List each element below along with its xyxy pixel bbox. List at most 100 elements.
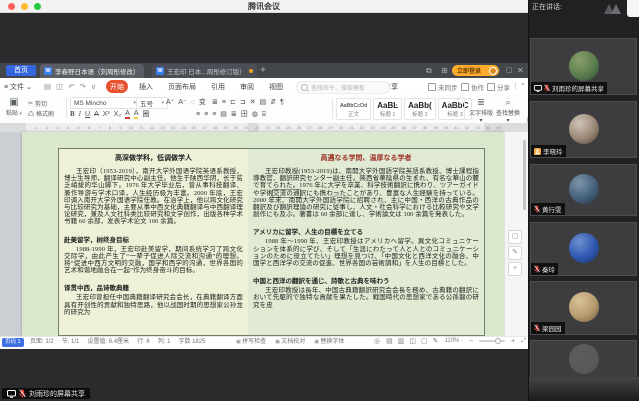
zoom-out-icon[interactable]: −	[469, 338, 473, 345]
fullscreen-icon[interactable]: ⤢	[521, 338, 526, 345]
menu-页面布局[interactable]: 页面布局	[164, 80, 200, 93]
sync-status-button[interactable]: 未同步	[428, 82, 458, 92]
paragraph-icon[interactable]: ≡	[204, 110, 208, 119]
file-menu[interactable]: ≡ 文件 ⌄	[4, 82, 32, 92]
list-icon[interactable]: ✕	[250, 98, 256, 107]
doc-tab-2[interactable]: W 王宏印 日本...周彤修订版）	[152, 64, 257, 78]
font-scale-icon[interactable]: ◌	[191, 98, 195, 107]
view-mode-icon[interactable]: ▢	[421, 337, 428, 345]
quick-tool-icon[interactable]: ✎	[508, 246, 522, 260]
eye-protection-icon[interactable]: ◎	[374, 337, 380, 345]
paragraph-icons[interactable]: ≡ ≡ ≡ ▤ ≣ 田 ◍ ⌸	[196, 110, 266, 119]
char-format-icon[interactable]: X₂	[114, 110, 121, 119]
close-icon[interactable]: ✕	[517, 66, 524, 76]
status-tool-替换字体[interactable]: 替换字体	[314, 338, 344, 347]
status-tool-拼写检查[interactable]: 拼写检查	[236, 338, 266, 347]
tool-查找替换[interactable]: ⌕查找替换 ▾	[495, 97, 521, 124]
font-name-select[interactable]: MS Mincho▾	[70, 97, 140, 109]
zoom-in-icon[interactable]: +	[511, 338, 515, 345]
vertical-scrollbar[interactable]	[523, 140, 526, 210]
collaborate-button[interactable]: 协作	[461, 82, 484, 92]
zoom-slider-knob[interactable]	[495, 338, 501, 344]
restore-icon[interactable]: ▢	[506, 66, 513, 76]
apps-grid-icon[interactable]: ⊞	[441, 66, 448, 76]
list-icon[interactable]: ⊐	[240, 98, 246, 107]
font-size-select[interactable]: 五号▾	[136, 97, 168, 109]
menu-视图[interactable]: 视图	[265, 80, 287, 93]
list-icon[interactable]: ¶	[280, 98, 284, 107]
font-scale-icons[interactable]: A⁺A⁻◌变	[166, 98, 206, 107]
participant-tile[interactable]	[530, 340, 637, 380]
collapse-ribbon-icon[interactable]: ⌃	[520, 82, 525, 90]
quick-icon[interactable]: ▤	[44, 82, 51, 91]
participant-tile[interactable]: 秦玲	[530, 222, 637, 276]
paste-button[interactable]: ▣ 粘贴 ▾	[4, 97, 24, 117]
quick-icon[interactable]: ↶	[68, 82, 74, 91]
quick-icon[interactable]: ↷	[79, 82, 85, 91]
doc-tab-1[interactable]: W 李春野日本语（刘周彤修改）	[40, 64, 144, 78]
zoom-slider[interactable]	[479, 340, 505, 342]
style-标题 2[interactable]: AaBb(标题 2	[404, 98, 436, 120]
new-tab-button[interactable]: +	[260, 64, 266, 78]
quick-icon[interactable]: ◫	[56, 82, 63, 91]
window-layout-icon[interactable]: ⧉	[426, 66, 432, 76]
view-mode-icon[interactable]: ◫	[409, 337, 416, 345]
format-painter-button[interactable]: 凸格式刷	[28, 109, 54, 118]
list-icon[interactable]: ⇵	[270, 98, 276, 107]
minimize-icon[interactable]: −	[496, 66, 501, 76]
cut-button[interactable]: ✂剪切	[28, 99, 47, 108]
char-format-icon[interactable]: B	[70, 110, 75, 119]
wps-home-tab[interactable]: 首页	[6, 65, 36, 76]
zoom-level[interactable]: 110% ·	[444, 338, 463, 344]
char-format-icon[interactable]: A	[134, 110, 139, 119]
paragraph-icon[interactable]: ▤	[220, 110, 227, 119]
table-cell-chinese[interactable]: 高深做学科，低调做学人王宏印（1953-2019），南开大学外国语学院英语系教授…	[58, 148, 249, 336]
login-button[interactable]: 立即登录	[452, 65, 499, 76]
style-标题 1[interactable]: AaBĿ标题 1	[373, 98, 402, 120]
char-format-icon[interactable]: I	[79, 110, 81, 119]
participant-tile[interactable]: 刘雨珍的屏幕共享	[530, 38, 637, 95]
font-scale-icon[interactable]: 变	[199, 98, 206, 107]
char-format-icons[interactable]: BIUAX²X₂AA圈	[70, 110, 149, 119]
command-search-input[interactable]: 查找命令、搜索模板	[296, 81, 390, 94]
paragraph-icon[interactable]: 田	[241, 110, 248, 119]
paragraph-icon[interactable]: ≡	[196, 110, 200, 119]
paragraph-icon[interactable]: ≡	[212, 110, 216, 119]
status-tool-文档校对[interactable]: 文档校对	[275, 338, 305, 347]
quick-access-toolbar[interactable]: ▤ ◫ ↶ ↷ ∨	[44, 82, 96, 91]
paragraph-icon[interactable]: ◍	[252, 110, 258, 119]
document-page[interactable]: 高深做学科，低调做学人王宏印（1953-2019），南开大学外国语学院英语系教授…	[22, 132, 504, 336]
char-format-icon[interactable]: A	[125, 110, 130, 119]
font-scale-icon[interactable]: A⁺	[166, 98, 174, 107]
sidebar-collapse-handle[interactable]	[627, 0, 639, 17]
menu-插入[interactable]: 插入	[135, 80, 157, 93]
view-mode-icons[interactable]: ▤▥◫▢✎	[386, 337, 438, 345]
list-icon[interactable]: ≡	[222, 98, 226, 107]
list-icon[interactable]: ⊏	[230, 98, 236, 107]
quick-icon[interactable]: ∨	[91, 82, 97, 91]
share-button[interactable]: 分享	[487, 82, 510, 92]
view-mode-icon[interactable]: ✎	[433, 337, 439, 345]
quick-tool-icon[interactable]: +	[508, 262, 522, 276]
paragraph-icon[interactable]: ⌸	[262, 110, 266, 119]
view-mode-icon[interactable]: ▥	[398, 337, 405, 345]
status-check-tools[interactable]: 拼写检查文档校对替换字体	[236, 338, 344, 347]
list-icon[interactable]: ≣	[212, 98, 218, 107]
menu-审阅[interactable]: 审阅	[236, 80, 258, 93]
participant-tile[interactable]: 黄行雯	[530, 164, 637, 216]
paragraph-icon[interactable]: ≣	[231, 110, 237, 119]
char-format-icon[interactable]: X²	[103, 110, 110, 119]
table-cell-japanese[interactable]: 高邁なる学問、温厚なる学者王宏印教授(1953-2019)は、南開大学外国語学院…	[248, 148, 485, 336]
menu-引用[interactable]: 引用	[207, 80, 229, 93]
char-format-icon[interactable]: U	[85, 110, 90, 119]
participant-tile[interactable]: 李晓玲	[530, 101, 637, 158]
more-menu-icon[interactable]: ⋮	[512, 82, 519, 90]
style-正文[interactable]: AaBbCcDd正文	[336, 98, 371, 120]
page-number-chip[interactable]: 页码 1	[2, 338, 24, 347]
list-indent-icons[interactable]: ≣≡⊏⊐✕▤⇵¶	[212, 98, 284, 107]
char-format-icon[interactable]: A	[94, 110, 99, 119]
tool-文字排版[interactable]: ≣文字排版 ▾	[468, 97, 494, 124]
styles-scroll-arrows[interactable]: ⌃⌄	[456, 98, 460, 110]
char-format-icon[interactable]: 圈	[142, 110, 149, 119]
menu-开始[interactable]: 开始	[106, 80, 128, 93]
